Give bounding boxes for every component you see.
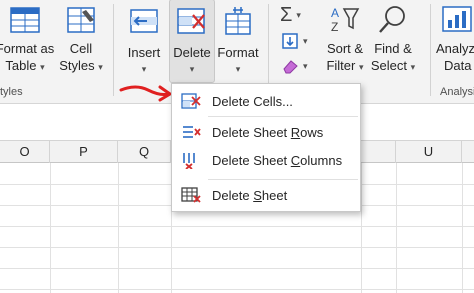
cell-styles-icon: [67, 7, 95, 33]
menu-separator: [208, 116, 358, 117]
analysis-group-label: Analysis: [440, 86, 474, 98]
format-as-table-icon: [10, 7, 40, 33]
chevron-down-icon: ▾: [296, 10, 301, 20]
search-icon: [379, 6, 405, 33]
delete-columns-icon: [183, 153, 195, 169]
insert-label: Insert: [127, 45, 161, 60]
grid-line: [0, 247, 474, 248]
delete-button[interactable]: Delete ▾: [169, 0, 215, 83]
analyze-label1: Analyz: [436, 41, 474, 56]
format-label: Format: [217, 45, 259, 60]
analyze-label2: Data: [444, 58, 472, 73]
column-header[interactable]: U: [396, 141, 462, 163]
grid-line: [361, 163, 362, 293]
cell-styles-label2: Styles: [59, 58, 95, 73]
grid-line: [118, 163, 119, 293]
analyze-data-icon: [442, 6, 472, 32]
column-header[interactable]: P: [50, 141, 118, 163]
sort-filter-icon: A Z: [331, 6, 360, 34]
grid-line: [50, 163, 51, 293]
chevron-down-icon: ▾: [40, 62, 45, 72]
format-as-table-button[interactable]: Format as Table ▾: [0, 6, 56, 76]
svg-text:Z: Z: [331, 20, 338, 34]
fill-down-icon: [282, 33, 298, 49]
grid-line: [0, 289, 474, 290]
menu-item-label: Delete Sheet Rows: [212, 124, 324, 140]
chevron-down-icon: ▾: [235, 64, 241, 74]
format-as-table-label1: Format as: [0, 41, 55, 56]
chevron-down-icon: ▾: [358, 62, 364, 72]
column-header-label: U: [423, 144, 434, 159]
column-header-label: P: [79, 144, 88, 159]
grid-line: [462, 163, 463, 293]
sort-filter-label2: Filter: [326, 58, 356, 73]
menu-item-label: Delete Sheet: [212, 187, 288, 203]
chevron-down-icon: ▾: [303, 35, 308, 46]
delete-cells-icon: [181, 93, 201, 109]
cell-styles-label1: Cell: [69, 41, 93, 56]
chevron-down-icon: ▾: [303, 60, 308, 71]
delete-rows-icon: [183, 126, 201, 138]
autosum-button[interactable]: Σ ▾: [280, 4, 301, 27]
menu-item-delete-sheet[interactable]: Delete Sheet: [172, 182, 360, 208]
sort-filter-label1: Sort &: [326, 41, 364, 56]
chevron-down-icon: ▾: [189, 64, 195, 74]
sort-filter-button[interactable]: A Z Sort & Filter ▾: [320, 4, 370, 76]
eraser-icon: [283, 60, 298, 74]
find-select-label2: Select: [370, 58, 407, 73]
chevron-down-icon: ▾: [141, 64, 147, 74]
column-header[interactable]: [361, 141, 396, 163]
group-separator: [113, 4, 114, 96]
column-header[interactable]: Q: [118, 141, 171, 163]
delete-dropdown-menu: Delete Cells... Delete Sheet Rows Delete…: [171, 83, 361, 212]
svg-text:A: A: [331, 6, 339, 20]
sum-icon: Σ: [280, 4, 293, 26]
delete-label: Delete: [173, 45, 211, 60]
cell-styles-button[interactable]: Cell Styles ▾: [56, 6, 106, 76]
clear-button[interactable]: ▾: [281, 58, 308, 74]
menu-item-delete-sheet-rows[interactable]: Delete Sheet Rows: [172, 119, 360, 145]
delete-cells-icon: [177, 8, 205, 34]
chevron-down-icon: ▾: [410, 62, 416, 72]
column-header-label: Q: [138, 144, 150, 159]
find-select-label1: Find &: [374, 41, 412, 56]
group-separator: [430, 4, 431, 96]
column-header-label: O: [19, 144, 30, 159]
menu-item-delete-cells[interactable]: Delete Cells...: [172, 88, 360, 114]
column-header[interactable]: O: [0, 141, 50, 163]
analyze-data-button[interactable]: Analyz Data: [436, 4, 474, 74]
annotation-arrow-icon: [119, 85, 172, 102]
menu-item-delete-sheet-columns[interactable]: Delete Sheet Columns: [172, 147, 360, 173]
menu-item-label: Delete Cells...: [212, 93, 293, 109]
chevron-down-icon: ▾: [98, 62, 103, 72]
delete-sheet-icon: [181, 187, 201, 203]
menu-item-label: Delete Sheet Columns: [212, 152, 343, 168]
fill-button[interactable]: ▾: [281, 32, 308, 50]
grid-line: [0, 226, 474, 227]
format-cells-icon: [225, 7, 251, 35]
grid-line: [0, 268, 474, 269]
grid-line: [396, 163, 397, 293]
insert-button[interactable]: Insert ▾: [122, 6, 166, 78]
menu-separator: [208, 179, 358, 180]
format-button[interactable]: Format ▾: [215, 6, 261, 78]
styles-group-label: tyles: [0, 86, 23, 98]
insert-cells-icon: [130, 9, 158, 33]
find-select-button[interactable]: Find & Select ▾: [368, 4, 418, 76]
format-as-table-label2: Table: [5, 58, 37, 73]
